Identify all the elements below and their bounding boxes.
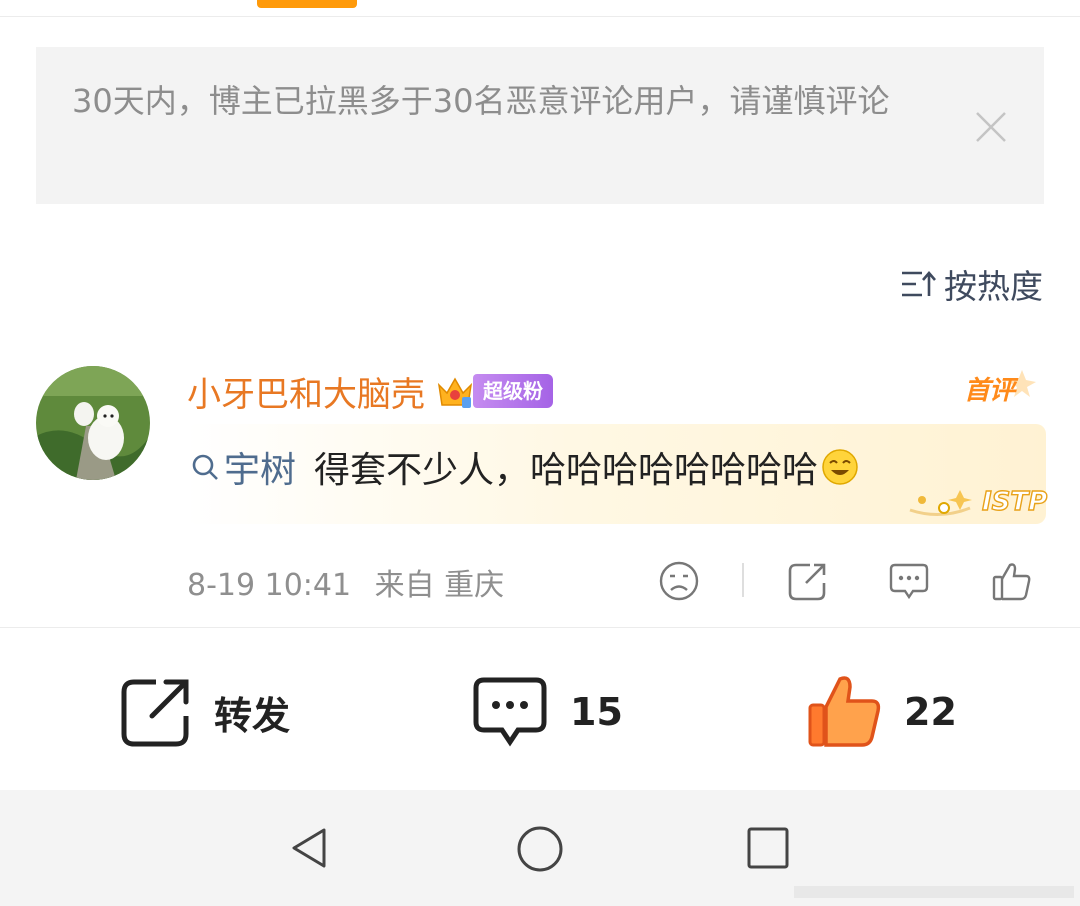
super-fan-badge: 超级粉 (473, 374, 553, 408)
dislike-face-icon[interactable] (657, 559, 701, 603)
laughing-emoji-icon (822, 449, 858, 485)
watermark (794, 886, 1074, 898)
recent-apps-icon[interactable] (746, 826, 790, 870)
comment-location: 来自 重庆 (374, 568, 505, 603)
active-tab-indicator (257, 0, 357, 8)
close-icon[interactable] (973, 109, 1009, 145)
comment-text: 得套不少人，哈哈哈哈哈哈哈哈 (314, 450, 819, 491)
comment-icon (473, 677, 547, 747)
sort-icon (902, 271, 936, 297)
sort-by-hot-button[interactable]: 按热度 (900, 262, 1043, 306)
share-icon[interactable] (786, 559, 830, 603)
author-name[interactable]: 小牙巴和大脑壳 (187, 367, 425, 416)
sort-label: 按热度 (944, 267, 1043, 306)
topic-mention[interactable]: 宇树 (190, 441, 296, 493)
repost-button[interactable]: 转发 (118, 672, 290, 752)
repost-icon (121, 679, 189, 747)
like-button[interactable]: 22 (806, 672, 957, 752)
repost-label: 转发 (214, 693, 291, 738)
comment-date: 8-19 10:41 (187, 568, 352, 603)
comments-button[interactable]: 15 (470, 672, 623, 752)
notice-text: 30天内，博主已拉黑多于30名恶意评论用户，请谨慎评论 (72, 82, 890, 120)
blacklist-notice-banner: 30天内，博主已拉黑多于30名恶意评论用户，请谨慎评论 (36, 47, 1044, 204)
divider (742, 563, 744, 597)
back-icon[interactable] (286, 824, 334, 872)
crown-icon (437, 377, 473, 408)
reply-icon[interactable] (887, 559, 931, 603)
first-comment-label: 首评 (964, 376, 1015, 406)
istp-sticker: ISTP (909, 486, 1048, 518)
like-icon[interactable] (990, 559, 1034, 603)
comment-body[interactable]: 宇树 得套不少人，哈哈哈哈哈哈哈哈 (190, 442, 860, 492)
like-count: 22 (904, 690, 957, 734)
home-icon[interactable] (516, 825, 564, 873)
istp-label: ISTP (982, 487, 1047, 517)
thumbs-up-icon (808, 676, 881, 747)
search-icon (192, 454, 218, 480)
divider (0, 627, 1080, 628)
first-comment-tag: 首评 (960, 366, 1042, 408)
avatar[interactable] (36, 366, 150, 480)
mention-text: 宇树 (224, 450, 297, 491)
comment-count: 15 (570, 690, 623, 734)
comment-author-row: 小牙巴和大脑壳 超级粉 (187, 366, 553, 416)
comment-meta: 8-19 10:41 来自 重庆 (187, 560, 518, 604)
system-navigation-bar (0, 790, 1080, 906)
divider (0, 16, 1080, 17)
